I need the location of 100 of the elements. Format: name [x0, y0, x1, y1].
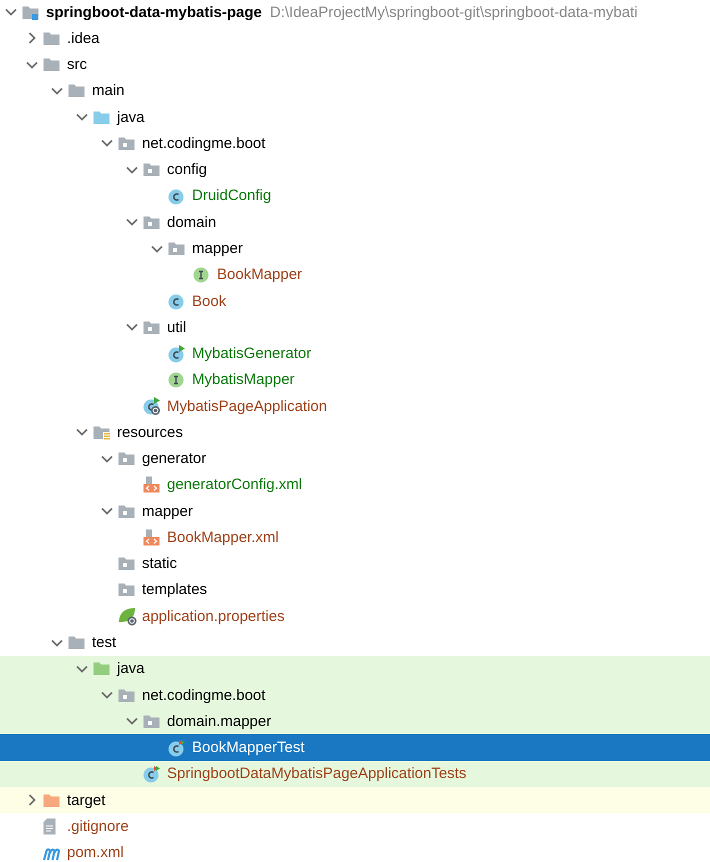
tree-item-label: src — [67, 56, 87, 74]
chevron-down-icon[interactable] — [101, 691, 113, 700]
tree-row[interactable]: util — [0, 314, 710, 340]
tree-item-label: net.codingme.boot — [142, 686, 266, 704]
tree-item-label: MybatisMapper — [192, 371, 295, 388]
tree-item-label: SpringbootDataMybatisPageApplicationTests — [167, 765, 466, 782]
class-icon — [143, 397, 161, 416]
tree-item-label: BookMapper.xml — [167, 528, 279, 546]
chevron-down-icon[interactable] — [26, 60, 38, 69]
chevron-down-icon[interactable] — [76, 113, 88, 122]
tree-row[interactable]: templates — [0, 576, 710, 604]
chevron-down-icon[interactable] — [5, 8, 17, 16]
tree-item-label: resources — [117, 424, 183, 441]
tree-row[interactable]: static — [0, 550, 710, 577]
tree-item-label: main — [92, 82, 125, 100]
package-folder-icon — [118, 136, 135, 151]
tree-item-label: java — [117, 660, 145, 678]
tree-item-label: target — [67, 792, 106, 809]
tree-item-label: BookMapperTest — [192, 739, 305, 756]
class-icon — [168, 344, 186, 363]
tree-row[interactable]: java — [0, 656, 710, 682]
tree-item-label: test — [92, 634, 116, 651]
tree-item-label: static — [142, 555, 178, 572]
chevron-down-icon[interactable] — [76, 428, 88, 436]
tree-item-label: .gitignore — [67, 818, 129, 835]
folder-icon — [43, 57, 60, 72]
tree-row[interactable]: pom.xml — [0, 840, 710, 861]
class-icon — [168, 738, 186, 757]
module-path: D:\IdeaProjectMy\springboot-git\springboot-data-mybati — [270, 4, 638, 21]
class-icon — [143, 764, 161, 783]
tree-row[interactable]: domain.mapper — [0, 708, 710, 734]
tree-row[interactable]: domain — [0, 209, 710, 236]
tree-row[interactable]: application.properties — [0, 603, 710, 630]
class-icon — [168, 292, 186, 310]
package-folder-icon — [143, 320, 160, 335]
tree-item-label: BookMapper — [217, 266, 302, 284]
chevron-down-icon[interactable] — [101, 139, 113, 148]
chevron-right-icon[interactable] — [28, 32, 36, 44]
tree-row[interactable]: DruidConfig — [0, 182, 710, 210]
tree-row[interactable]: SpringbootDataMybatisPageApplicationTests — [0, 760, 710, 787]
chevron-down-icon[interactable] — [151, 244, 163, 253]
tree-row[interactable]: config — [0, 156, 710, 183]
tree-row[interactable]: BookMapper — [0, 262, 710, 288]
tree-row[interactable]: mapper — [0, 498, 710, 524]
tree-row[interactable]: springboot-data-mybatis-page D:\IdeaProjectMy\springboot-git\springboot-data-mybati — [0, 0, 710, 26]
xml-file-icon — [143, 528, 160, 546]
tree-row[interactable]: .idea — [0, 25, 710, 52]
chevron-down-icon[interactable] — [126, 717, 138, 726]
class-icon — [168, 186, 186, 205]
tree-row[interactable]: main — [0, 78, 710, 104]
tree-item-label: domain.mapper — [167, 712, 272, 730]
tree-row[interactable]: .gitignore — [0, 813, 710, 840]
tree-row[interactable]: target — [0, 786, 710, 814]
folder-icon — [93, 424, 110, 440]
tree-row[interactable]: MybatisGenerator — [0, 340, 710, 367]
tree-row[interactable]: test — [0, 629, 710, 656]
tree-item-label: java — [117, 108, 145, 126]
chevron-down-icon[interactable] — [126, 166, 138, 174]
tree-row[interactable]: MybatisMapper — [0, 366, 710, 393]
tree-item-label: generatorConfig.xml — [167, 476, 302, 494]
tree-row[interactable]: generatorConfig.xml — [0, 472, 710, 498]
chevron-down-icon[interactable] — [126, 323, 138, 332]
tree-row[interactable]: src — [0, 52, 710, 78]
folder-icon — [93, 661, 110, 676]
tree-row[interactable]: generator — [0, 446, 710, 472]
chevron-down-icon[interactable] — [101, 454, 113, 463]
tree-row[interactable]: net.codingme.boot — [0, 130, 710, 157]
package-folder-icon — [118, 504, 135, 519]
chevron-down-icon[interactable] — [101, 507, 113, 516]
folder-icon — [68, 635, 85, 650]
tree-row[interactable]: BookMapperTest — [0, 734, 710, 761]
tree-row[interactable]: BookMapper.xml — [0, 524, 710, 551]
tree-item-label: .idea — [67, 30, 100, 47]
tree-row[interactable]: mapper — [0, 235, 710, 262]
package-folder-icon — [118, 556, 135, 572]
xml-file-icon — [143, 476, 160, 494]
text-file-icon — [43, 818, 56, 835]
chevron-down-icon[interactable] — [51, 86, 63, 95]
tree-row[interactable]: MybatisPageApplication — [0, 392, 710, 420]
tree-item-label: MybatisPageApplication — [167, 398, 328, 415]
chevron-right-icon[interactable] — [28, 794, 36, 806]
tree-item-label: DruidConfig — [192, 187, 272, 204]
package-folder-icon — [143, 162, 160, 178]
tree-item-label: pom.xml — [67, 844, 124, 861]
folder-icon — [68, 83, 85, 98]
chevron-down-icon[interactable] — [76, 664, 88, 673]
folder-icon — [43, 792, 60, 808]
chevron-down-icon[interactable] — [51, 638, 63, 646]
spring-leaf-icon — [118, 606, 138, 626]
package-folder-icon — [143, 714, 160, 729]
folder-icon — [93, 110, 110, 125]
tree-row[interactable]: Book — [0, 288, 710, 314]
package-folder-icon — [143, 214, 160, 230]
tree-item-label: Book — [192, 292, 226, 310]
tree-row[interactable]: net.codingme.boot — [0, 682, 710, 708]
chevron-down-icon[interactable] — [126, 218, 138, 226]
tree-row[interactable]: resources — [0, 419, 710, 446]
tree-item-label: springboot-data-mybatis-page — [46, 4, 262, 21]
tree-row[interactable]: java — [0, 104, 710, 130]
package-folder-icon — [118, 582, 135, 598]
